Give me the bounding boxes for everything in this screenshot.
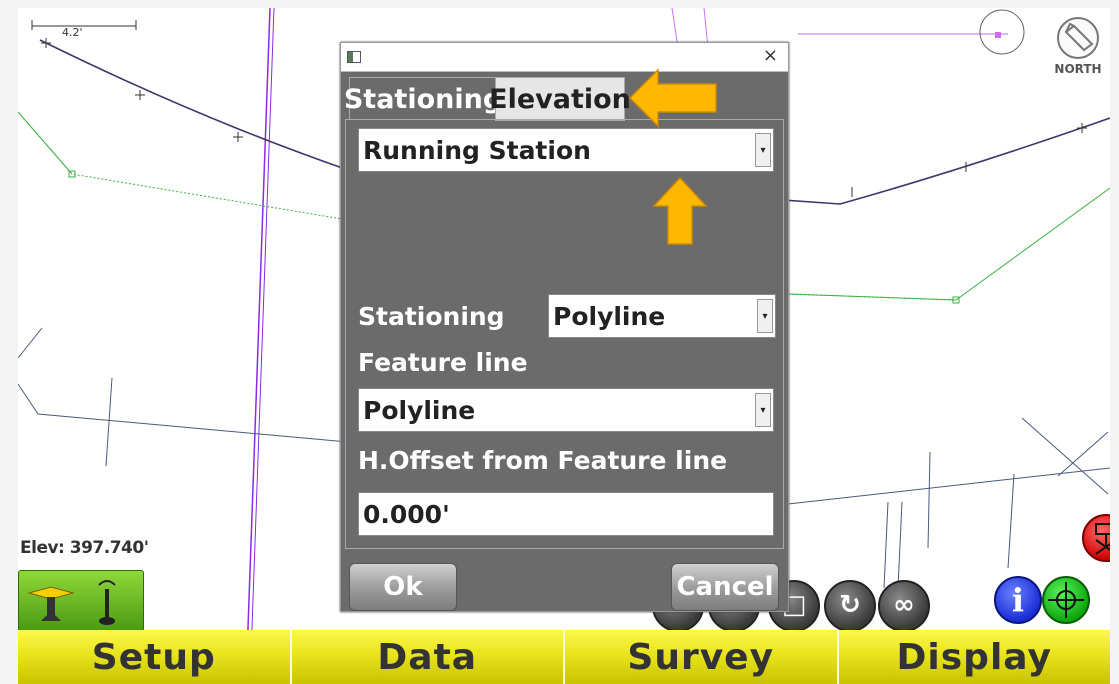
feature-line-select[interactable]: Polyline ▾ bbox=[358, 388, 774, 432]
infinity-button[interactable]: ∞ bbox=[878, 580, 930, 632]
feature-line-value: Polyline bbox=[363, 395, 476, 425]
info-icon: i bbox=[1011, 581, 1025, 619]
dropdown-arrow-icon: ▾ bbox=[755, 133, 771, 167]
remove-point-icon bbox=[1095, 523, 1110, 555]
gps-status-button[interactable] bbox=[18, 570, 144, 632]
h-offset-label: H.Offset from Feature line bbox=[358, 446, 728, 475]
infinity-icon: ∞ bbox=[893, 590, 915, 620]
stationing-tab-panel: Running Station ▾ Stationing Polyline ▾ … bbox=[345, 119, 784, 549]
feature-line-label: Feature line bbox=[358, 348, 528, 377]
close-button[interactable]: × bbox=[763, 45, 778, 66]
north-label: NORTH bbox=[1054, 62, 1102, 76]
nav-setup[interactable]: Setup bbox=[18, 630, 292, 684]
highlight-arrow-left-icon bbox=[628, 68, 717, 128]
scale-label: 4.2' bbox=[62, 26, 83, 39]
tab-elevation[interactable]: Elevation bbox=[489, 77, 631, 121]
dropdown-arrow-icon: ▾ bbox=[755, 393, 771, 427]
dialog-titlebar: × bbox=[341, 43, 788, 72]
dropdown-arrow-icon: ▾ bbox=[757, 299, 773, 333]
tab-stationing[interactable]: Stationing bbox=[344, 77, 502, 120]
ok-button[interactable]: Ok bbox=[349, 563, 457, 611]
stationing-dialog: × Stationing Elevation Running Station ▾… bbox=[340, 42, 789, 612]
station-mode-select[interactable]: Running Station ▾ bbox=[358, 128, 774, 172]
remove-point-button[interactable] bbox=[1082, 514, 1110, 562]
h-offset-input[interactable]: 0.000' bbox=[358, 492, 774, 536]
rotate-button[interactable]: ↻ bbox=[824, 580, 876, 632]
stationing-select[interactable]: Polyline ▾ bbox=[548, 294, 776, 338]
north-indicator[interactable]: NORTH bbox=[1048, 14, 1108, 80]
target-button[interactable] bbox=[1042, 576, 1090, 624]
elevation-readout: Elev: 397.740' bbox=[20, 538, 149, 558]
station-mode-value: Running Station bbox=[363, 135, 591, 165]
gps-receiver-icon bbox=[27, 580, 116, 625]
north-arrow-icon bbox=[1057, 17, 1099, 59]
window-icon bbox=[347, 51, 361, 63]
nav-data[interactable]: Data bbox=[291, 630, 565, 684]
stationing-value: Polyline bbox=[553, 301, 666, 331]
cancel-button[interactable]: Cancel bbox=[671, 563, 779, 611]
bottom-nav: Setup Data Survey Display bbox=[18, 630, 1110, 684]
highlight-arrow-up-icon bbox=[652, 176, 708, 245]
nav-display[interactable]: Display bbox=[838, 630, 1110, 684]
rotate-icon: ↻ bbox=[839, 590, 861, 620]
info-button[interactable]: i bbox=[994, 576, 1042, 624]
nav-survey[interactable]: Survey bbox=[565, 630, 839, 684]
stationing-label: Stationing bbox=[358, 302, 505, 331]
target-icon bbox=[1048, 582, 1084, 618]
